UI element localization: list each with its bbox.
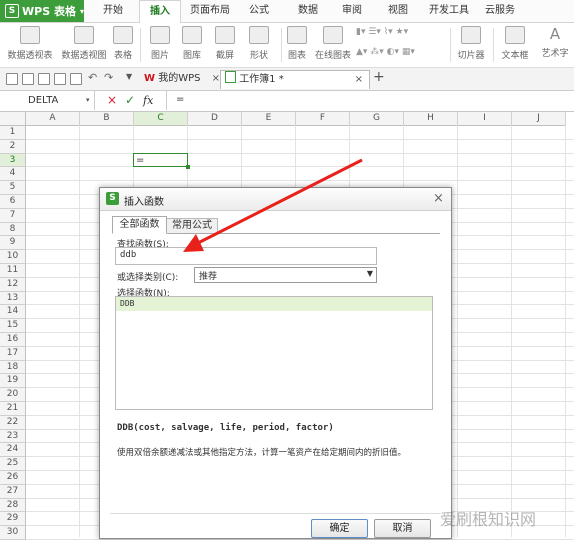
watermark: 爱刷根知识网 (440, 510, 537, 529)
arrow-shaft (195, 158, 363, 246)
tab-all-functions[interactable]: 全部函数 (112, 216, 167, 234)
annotation-arrow (183, 158, 363, 252)
